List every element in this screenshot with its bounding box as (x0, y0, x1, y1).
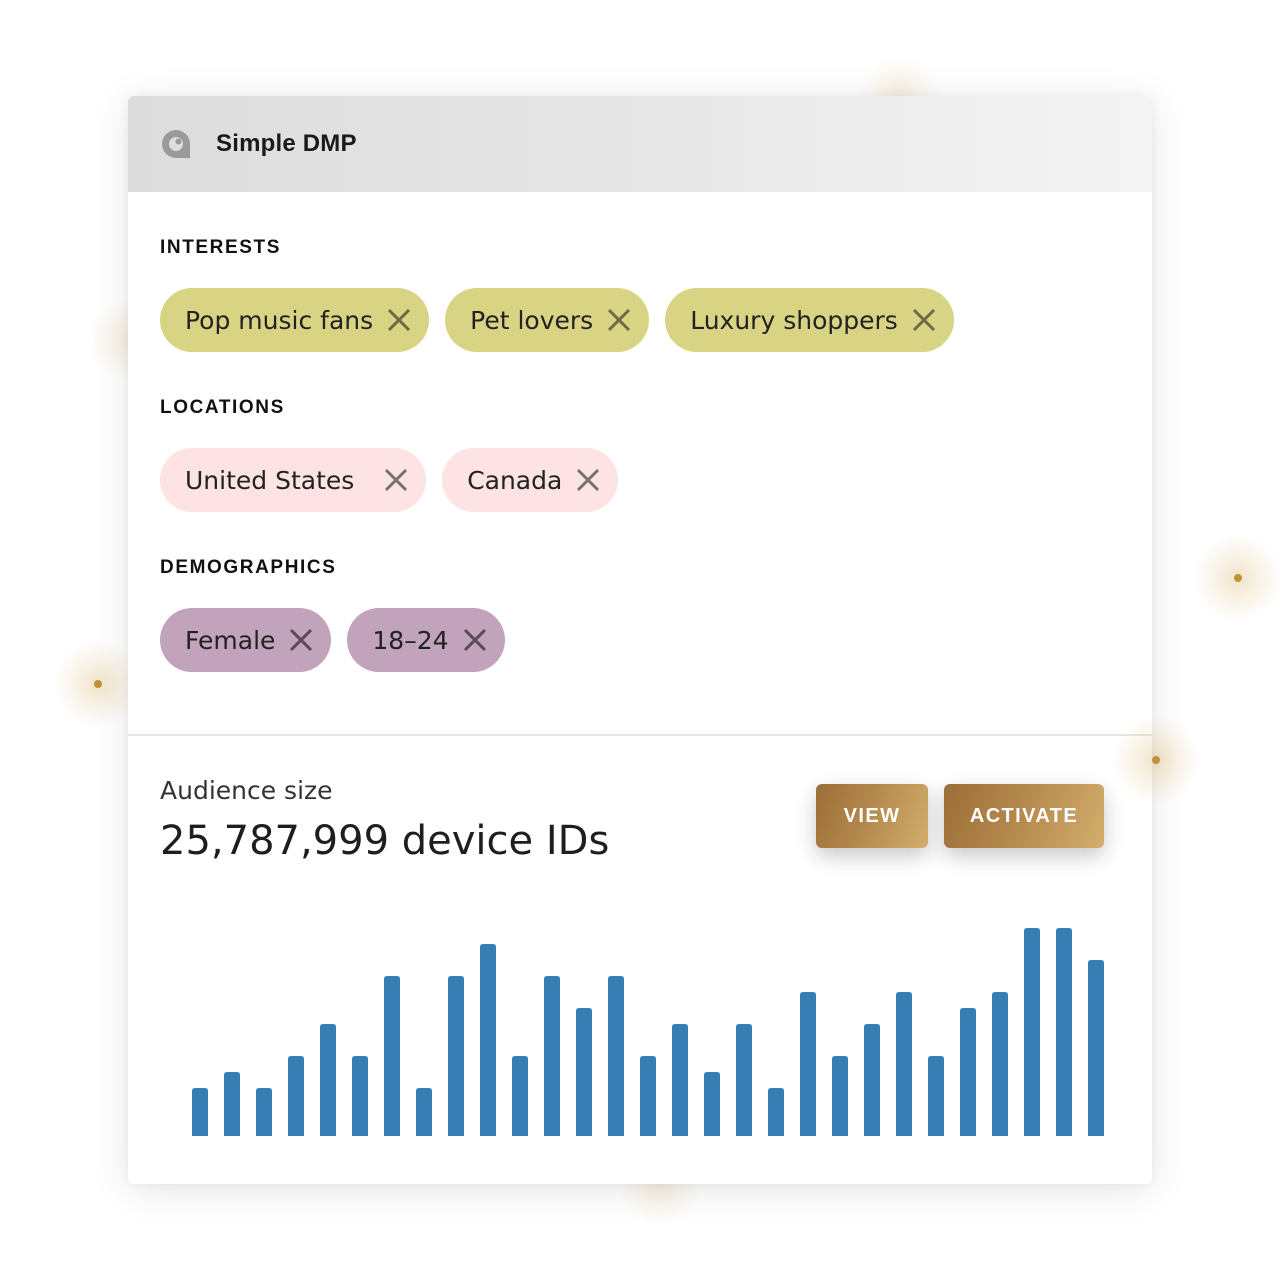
section-demo: DEMOGRAPHICS Female 18–24 (160, 556, 505, 672)
chart-bar-20 (800, 992, 816, 1136)
demo-chip[interactable]: Female (160, 608, 332, 672)
decorative-glow-dot (1193, 533, 1280, 623)
close-icon[interactable] (912, 308, 936, 332)
chart-bar-7 (384, 976, 400, 1136)
chip-list: Pop music fans Pet lovers Luxury shoppers (160, 288, 954, 352)
divider (128, 734, 1152, 736)
chart-bar-18 (736, 1024, 752, 1136)
chart-bar-4 (288, 1056, 304, 1136)
chart-bar-27 (1024, 928, 1040, 1136)
audience-size-label: Audience size (160, 776, 333, 805)
dmp-logo-icon (162, 130, 190, 158)
decorative-glow-dot (1111, 715, 1201, 805)
chart-bar-24 (928, 1056, 944, 1136)
chip-label: Luxury shoppers (690, 305, 898, 335)
close-icon[interactable] (463, 628, 487, 652)
chip-label: Pet lovers (470, 305, 594, 335)
location-chip[interactable]: Canada (442, 448, 619, 512)
chart-bar-12 (544, 976, 560, 1136)
chart-bar-26 (992, 992, 1008, 1136)
close-icon[interactable] (387, 308, 411, 332)
chart-bar-8 (416, 1088, 432, 1136)
chart-bar-14 (608, 976, 624, 1136)
chart-bar-16 (672, 1024, 688, 1136)
close-icon[interactable] (607, 308, 631, 332)
chip-list: Female 18–24 (160, 608, 505, 672)
chip-list: United States Canada (160, 448, 619, 512)
interest-chip[interactable]: Luxury shoppers (665, 288, 954, 352)
chart-bar-6 (352, 1056, 368, 1136)
section-label: LOCATIONS (160, 397, 285, 418)
chart-bar-11 (512, 1056, 528, 1136)
interest-chip[interactable]: Pop music fans (160, 288, 430, 352)
section-label: INTERESTS (160, 237, 282, 258)
chart-bar-1 (192, 1088, 208, 1136)
chip-label: United States (185, 465, 371, 495)
chip-label: Female (185, 625, 276, 655)
dmp-card: Simple DMP INTERESTS Pop music fans Pet lo… (128, 96, 1152, 1184)
audience-size-value: 25,787,999 device IDs (160, 818, 610, 864)
chart-bar-10 (480, 944, 496, 1136)
chip-label: Pop music fans (185, 305, 374, 335)
chart-bar-29 (1088, 960, 1104, 1136)
chart-bar-2 (224, 1072, 240, 1136)
location-chip[interactable]: United States (160, 448, 427, 512)
view-button[interactable]: VIEW (816, 784, 928, 848)
chip-label: 18–24 (372, 625, 449, 655)
close-icon[interactable] (289, 628, 313, 652)
chart-bar-9 (448, 976, 464, 1136)
chart-bar-25 (960, 1008, 976, 1136)
app-header: Simple DMP (128, 96, 1152, 192)
close-icon[interactable] (384, 468, 408, 492)
chip-label: Canada (467, 465, 563, 495)
audience-bar-chart (192, 928, 1104, 1136)
chart-bar-17 (704, 1072, 720, 1136)
chart-bar-13 (576, 1008, 592, 1136)
chart-bar-5 (320, 1024, 336, 1136)
close-icon[interactable] (576, 468, 600, 492)
chart-bar-28 (1056, 928, 1072, 1136)
chart-bar-23 (896, 992, 912, 1136)
chart-bar-21 (832, 1056, 848, 1136)
chart-bar-22 (864, 1024, 880, 1136)
app-title: Simple DMP (216, 130, 357, 157)
interest-chip[interactable]: Pet lovers (445, 288, 650, 352)
demo-chip[interactable]: 18–24 (347, 608, 505, 672)
chart-bar-3 (256, 1088, 272, 1136)
activate-button[interactable]: ACTIVATE (944, 784, 1104, 848)
chart-bar-15 (640, 1056, 656, 1136)
chart-bar-19 (768, 1088, 784, 1136)
section-location: LOCATIONS United States Canada (160, 396, 619, 512)
section-interest: INTERESTS Pop music fans Pet lovers Luxury … (160, 236, 954, 352)
section-label: DEMOGRAPHICS (160, 557, 337, 578)
